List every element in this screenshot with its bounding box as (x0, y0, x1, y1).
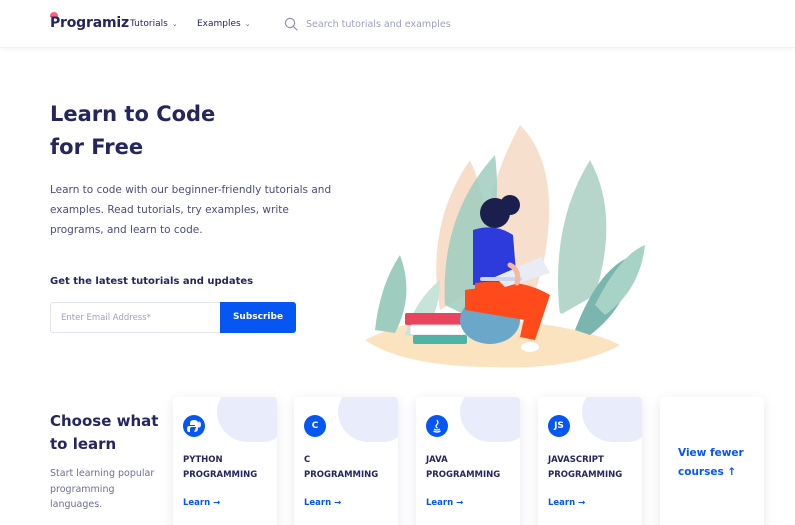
logo[interactable]: Programiz (50, 15, 129, 31)
learn-link[interactable]: Learn → (183, 498, 220, 508)
search-input[interactable]: Search tutorials and examples (306, 19, 451, 30)
nav-tutorials-label: Tutorials (130, 19, 168, 29)
newsletter-label: Get the latest tutorials and updates (50, 276, 254, 287)
card-decoration (582, 397, 642, 442)
learn-link[interactable]: Learn → (548, 498, 585, 508)
nav-examples[interactable]: Examples ⌄ (197, 19, 251, 29)
card-decoration (338, 397, 398, 442)
nav-tutorials[interactable]: Tutorials ⌄ (130, 19, 178, 29)
hero-description: Learn to code with our beginner-friendly… (50, 184, 332, 236)
course-title: PYTHON PROGRAMMING (183, 453, 275, 483)
learn-link[interactable]: Learn → (426, 498, 463, 508)
python-icon (183, 415, 205, 437)
nav-examples-label: Examples (197, 19, 241, 29)
chevron-down-icon: ⌄ (171, 20, 178, 28)
course-card-javascript[interactable]: JS JAVASCRIPT PROGRAMMING Learn → (538, 397, 642, 525)
course-title: C PROGRAMMING (304, 453, 396, 483)
card-decoration (217, 397, 277, 442)
courses-title-line1: Choose what (50, 412, 159, 430)
course-title-line2: PROGRAMMING (548, 470, 623, 480)
top-nav: Programiz Tutorials ⌄ Examples ⌄ Search tu… (0, 0, 795, 48)
course-title-line1: C (304, 455, 311, 465)
javascript-icon: JS (548, 415, 570, 437)
courses-description: Start learning popular programming langu… (50, 468, 155, 510)
java-icon (426, 415, 448, 437)
course-title-line2: PROGRAMMING (183, 470, 258, 480)
chevron-down-icon: ⌄ (244, 20, 251, 28)
course-title-line2: PROGRAMMING (426, 470, 501, 480)
email-field[interactable]: Enter Email Address* (50, 302, 220, 333)
course-card-python[interactable]: PYTHON PROGRAMMING Learn → (173, 397, 277, 525)
course-card-java[interactable]: JAVA PROGRAMMING Learn → (416, 397, 520, 525)
view-fewer-link[interactable]: View fewer courses ↑ (678, 444, 758, 482)
hero-illustration (365, 125, 645, 368)
learn-link[interactable]: Learn → (304, 498, 341, 508)
course-title-line1: PYTHON (183, 455, 223, 465)
card-decoration (460, 397, 520, 442)
hero-title: Learn to Code for Free (50, 98, 215, 164)
courses-title: Choose what to learn (50, 410, 170, 456)
hero-title-line1: Learn to Code (50, 102, 216, 126)
subscribe-button[interactable]: Subscribe (220, 302, 296, 333)
course-title-line2: PROGRAMMING (304, 470, 379, 480)
course-title: JAVASCRIPT PROGRAMMING (548, 453, 640, 483)
course-title-line1: JAVA (426, 455, 448, 465)
course-title: JAVA PROGRAMMING (426, 453, 518, 483)
view-fewer-card[interactable]: View fewer courses ↑ (660, 397, 764, 525)
course-title-line1: JAVASCRIPT (548, 455, 604, 465)
view-fewer-line2: courses ↑ (678, 466, 737, 478)
view-fewer-line1: View fewer (678, 447, 744, 459)
search-icon[interactable] (284, 17, 298, 31)
hero-title-line2: for Free (50, 135, 144, 159)
c-icon: C (304, 415, 326, 437)
course-card-c[interactable]: C C PROGRAMMING Learn → (294, 397, 398, 525)
courses-title-line2: to learn (50, 435, 117, 453)
